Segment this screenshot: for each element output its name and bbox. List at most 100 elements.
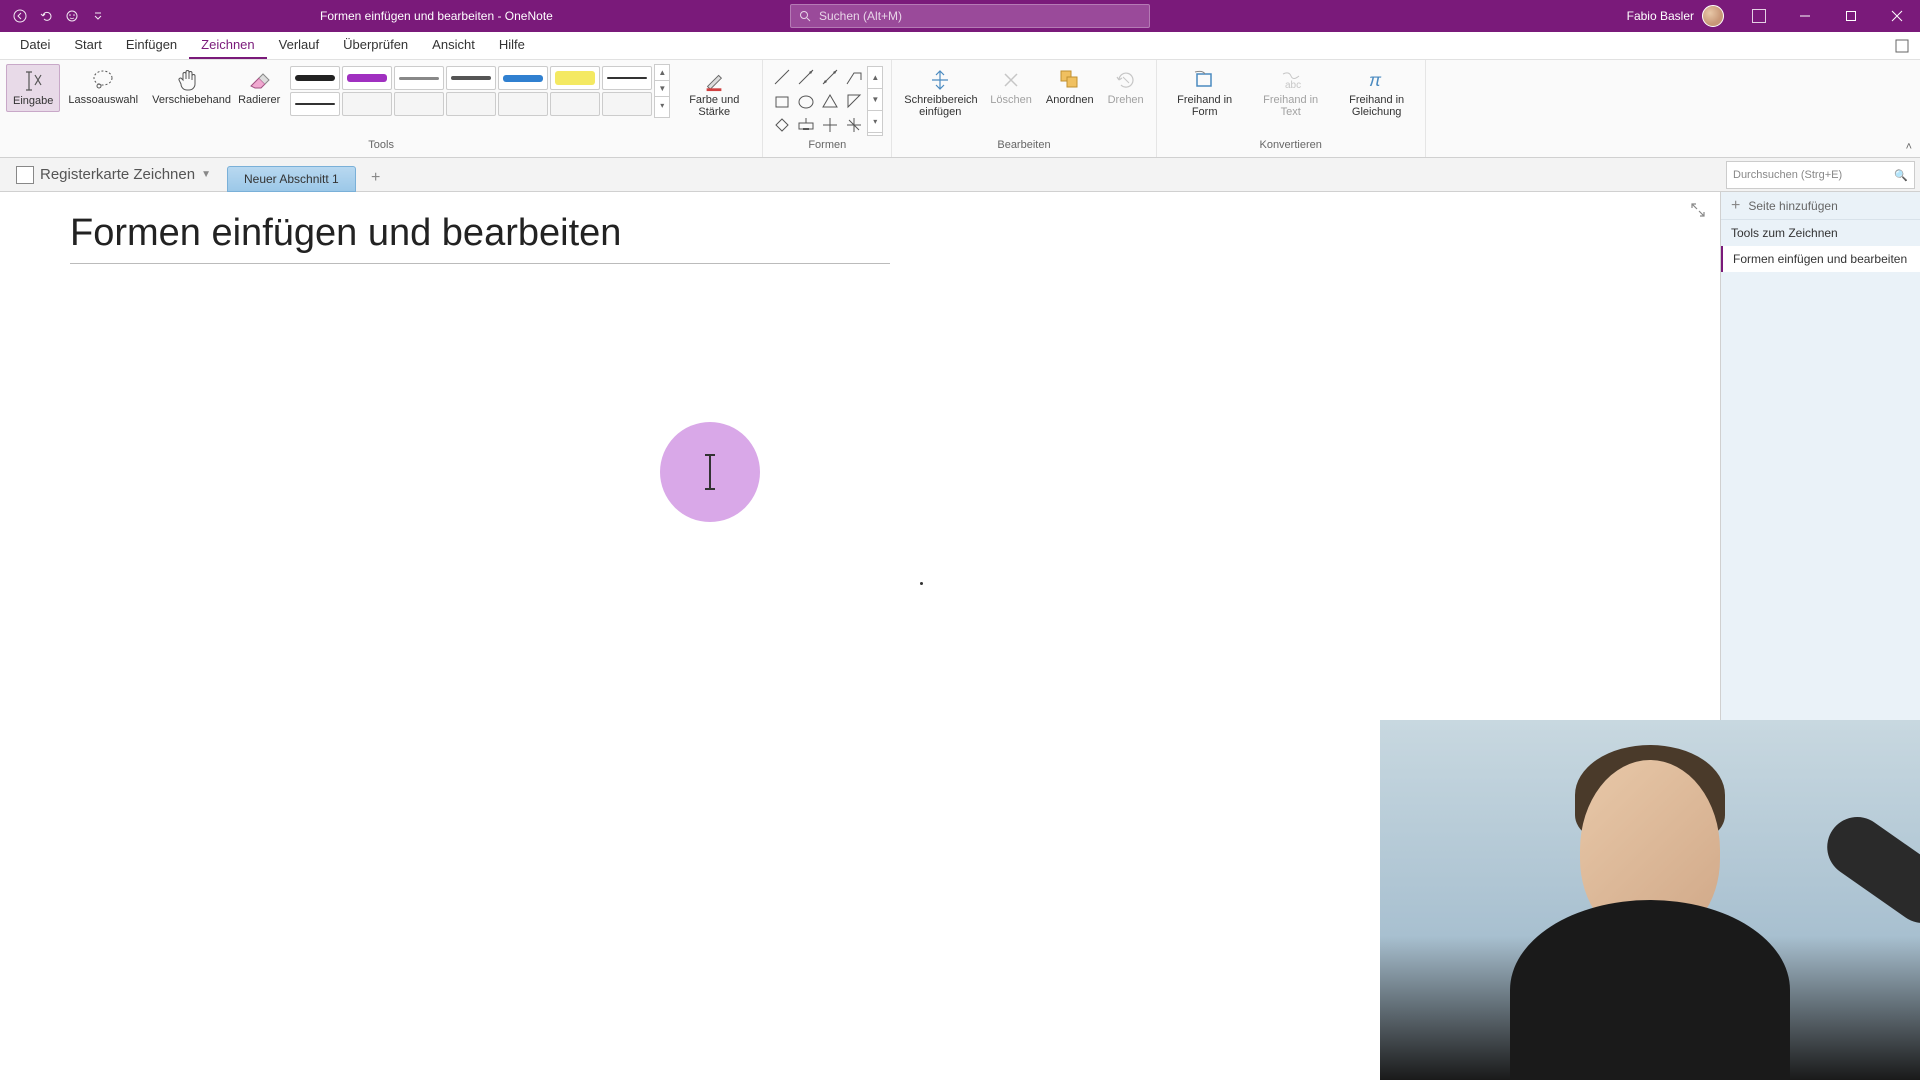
ribbon-tab-einfügen[interactable]: Einfügen (114, 32, 189, 59)
search-icon: 🔍 (1894, 169, 1908, 182)
scroll-up-icon[interactable]: ▲ (655, 65, 669, 81)
pan-button[interactable]: Verschiebehand (146, 64, 230, 110)
avatar (1702, 5, 1724, 27)
ribbon-display-icon[interactable] (1736, 0, 1782, 32)
shape-gallery-scroll[interactable]: ▲ ▼ ▾ (867, 66, 883, 136)
gallery-expand-icon[interactable]: ▾ (868, 111, 882, 133)
pen-gallery-scroll[interactable]: ▲ ▼ ▾ (654, 64, 670, 118)
insert-space-button[interactable]: Schreibbereich einfügen (898, 64, 982, 122)
notebook-icon (16, 166, 34, 184)
scroll-up-icon[interactable]: ▲ (868, 67, 882, 89)
ribbon-tab-hilfe[interactable]: Hilfe (487, 32, 537, 59)
shape-item-10[interactable] (819, 114, 841, 136)
ink-to-shape-button[interactable]: Freihand in Form (1163, 64, 1247, 122)
pen-preset-empty (498, 92, 548, 116)
undo-icon[interactable] (38, 8, 54, 24)
svg-text:abc: abc (1285, 80, 1301, 91)
scroll-down-icon[interactable]: ▼ (868, 89, 882, 111)
minimize-button[interactable] (1782, 0, 1828, 32)
shape-item-8[interactable] (771, 114, 793, 136)
shape-item-11[interactable] (843, 114, 865, 136)
delete-icon (999, 68, 1023, 92)
pen-preset-5[interactable] (550, 66, 600, 90)
insert-space-icon (928, 68, 952, 92)
pen-preset-6[interactable] (602, 66, 652, 90)
page-title[interactable]: Formen einfügen und bearbeiten (70, 212, 890, 263)
pen-color-icon (702, 68, 726, 92)
group-label: Formen (808, 139, 846, 153)
page-title-container[interactable]: Formen einfügen und bearbeiten (70, 212, 890, 264)
rotate-button: Drehen (1102, 64, 1150, 110)
group-label: Tools (368, 139, 394, 153)
pen-gallery (288, 64, 654, 118)
maximize-button[interactable] (1828, 0, 1874, 32)
microphone (1815, 805, 1920, 934)
webcam-overlay (1380, 720, 1920, 1080)
search-icon (799, 10, 811, 22)
page-search-box[interactable]: Durchsuchen (Strg+E) 🔍 (1726, 161, 1915, 189)
shape-item-4[interactable] (771, 90, 793, 112)
lasso-icon (91, 68, 115, 92)
window-title: Formen einfügen und bearbeiten - OneNote (320, 9, 553, 23)
collapse-ribbon-icon[interactable]: ˄ (1906, 141, 1912, 153)
eraser-icon (247, 68, 271, 92)
shape-item-0[interactable] (771, 66, 793, 88)
arrange-button[interactable]: Anordnen (1040, 64, 1100, 110)
lasso-button[interactable]: Lassoauswahl (62, 64, 144, 110)
shape-item-5[interactable] (795, 90, 817, 112)
notebook-bar: Registerkarte Zeichnen ▼ Neuer Abschnitt… (0, 158, 1920, 192)
ribbon: Eingabe Lassoauswahl Verschiebehand Radi… (0, 60, 1920, 158)
ribbon-tab-start[interactable]: Start (62, 32, 113, 59)
fullscreen-icon[interactable] (1690, 202, 1710, 222)
ribbon-tab-überprüfen[interactable]: Überprüfen (331, 32, 420, 59)
share-icon[interactable] (1892, 36, 1912, 56)
ribbon-tab-verlauf[interactable]: Verlauf (267, 32, 331, 59)
ribbon-tab-ansicht[interactable]: Ansicht (420, 32, 487, 59)
pen-preset-0[interactable] (290, 66, 340, 90)
close-button[interactable] (1874, 0, 1920, 32)
pen-preset-empty (394, 92, 444, 116)
color-width-button[interactable]: Farbe und Stärke (672, 64, 756, 122)
qat-dropdown-icon[interactable] (90, 8, 106, 24)
ink-shape-icon (1193, 68, 1217, 92)
shape-item-1[interactable] (795, 66, 817, 88)
eraser-button[interactable]: Radierer (232, 64, 286, 110)
add-page-button[interactable]: + Seite hinzufügen (1721, 192, 1920, 220)
ink-to-math-button[interactable]: π Freihand in Gleichung (1335, 64, 1419, 122)
shape-item-7[interactable] (843, 90, 865, 112)
eingabe-button[interactable]: Eingabe (6, 64, 60, 112)
shape-item-6[interactable] (819, 90, 841, 112)
add-section-button[interactable]: + (364, 166, 388, 190)
notebook-dropdown[interactable]: Registerkarte Zeichnen ▼ (8, 162, 219, 188)
shape-gallery: ▲ ▼ ▾ (769, 64, 885, 138)
pen-preset-extra[interactable] (290, 92, 340, 116)
ribbon-tab-datei[interactable]: Datei (8, 32, 62, 59)
arrange-icon (1058, 68, 1082, 92)
shape-item-9[interactable] (795, 114, 817, 136)
pen-preset-empty (446, 92, 496, 116)
section-tab[interactable]: Neuer Abschnitt 1 (227, 166, 356, 192)
pen-preset-1[interactable] (342, 66, 392, 90)
pen-preset-2[interactable] (394, 66, 444, 90)
text-cursor-icon (21, 69, 45, 93)
pen-preset-3[interactable] (446, 66, 496, 90)
shape-item-2[interactable] (819, 66, 841, 88)
ribbon-tabs: DateiStartEinfügenZeichnenVerlaufÜberprü… (0, 32, 1920, 60)
page-item[interactable]: Formen einfügen und bearbeiten (1721, 246, 1920, 272)
back-icon[interactable] (12, 8, 28, 24)
gallery-expand-icon[interactable]: ▾ (655, 97, 669, 113)
cursor-highlight (660, 422, 760, 522)
user-account[interactable]: Fabio Basler (1615, 5, 1736, 27)
group-label: Bearbeiten (997, 139, 1050, 153)
ink-text-icon: abc (1279, 68, 1303, 92)
scroll-down-icon[interactable]: ▼ (655, 81, 669, 97)
plus-icon: + (1731, 197, 1740, 215)
pen-preset-4[interactable] (498, 66, 548, 90)
delete-button: Löschen (984, 64, 1038, 110)
ribbon-tab-zeichnen[interactable]: Zeichnen (189, 32, 266, 59)
pen-preset-empty (550, 92, 600, 116)
search-box[interactable]: Suchen (Alt+M) (790, 4, 1150, 28)
page-item[interactable]: Tools zum Zeichnen (1721, 220, 1920, 246)
shape-item-3[interactable] (843, 66, 865, 88)
touch-mode-icon[interactable] (64, 8, 80, 24)
